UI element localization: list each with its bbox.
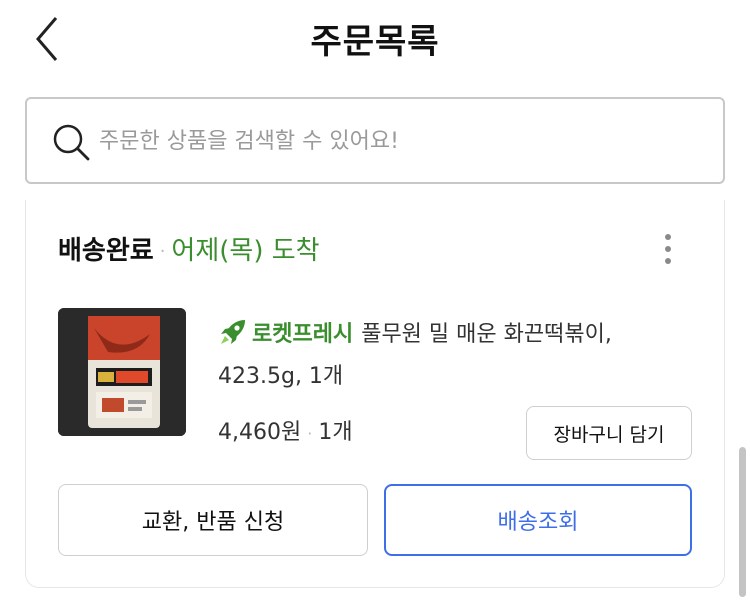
header: 주문목록 (0, 0, 750, 80)
search-box[interactable] (25, 97, 725, 184)
order-status-row: 배송완료 · 어제(목) 도착 (58, 230, 320, 267)
product-image[interactable] (58, 308, 186, 436)
more-vertical-icon[interactable] (658, 230, 678, 270)
product-info: 로켓프레시 풀무원 밀 매운 화끈떡볶이, (218, 314, 678, 356)
rocket-icon (221, 320, 245, 344)
scrollbar[interactable] (739, 447, 746, 597)
price-row: 4,460원 · 1개 (218, 414, 353, 446)
order-card: 배송완료 · 어제(목) 도착 로켓프레시 풀무원 밀 매운 화끈떡볶이, 42… (25, 200, 725, 588)
product-title-line[interactable]: 로켓프레시 풀무원 밀 매운 화끈떡볶이, (218, 314, 678, 356)
delivery-date: 어제(목) 도착 (171, 236, 320, 266)
separator-dot: · (159, 241, 166, 262)
exchange-return-button[interactable]: 교환, 반품 신청 (58, 484, 368, 556)
track-delivery-button[interactable]: 배송조회 (384, 484, 692, 556)
product-name[interactable]: 풀무원 밀 매운 화끈떡볶이, (361, 322, 612, 347)
rocket-fresh-badge: 로켓프레시 (252, 322, 354, 347)
search-icon (53, 124, 90, 161)
product-option: 423.5g, 1개 (218, 364, 344, 389)
separator-dot: · (307, 423, 313, 443)
search-input[interactable] (99, 117, 699, 165)
add-to-cart-button[interactable]: 장바구니 담기 (526, 406, 692, 460)
product-price: 4,460원 (218, 420, 302, 445)
delivery-status: 배송완료 (58, 236, 154, 266)
product-quantity: 1개 (318, 420, 353, 445)
page-title: 주문목록 (310, 22, 440, 62)
